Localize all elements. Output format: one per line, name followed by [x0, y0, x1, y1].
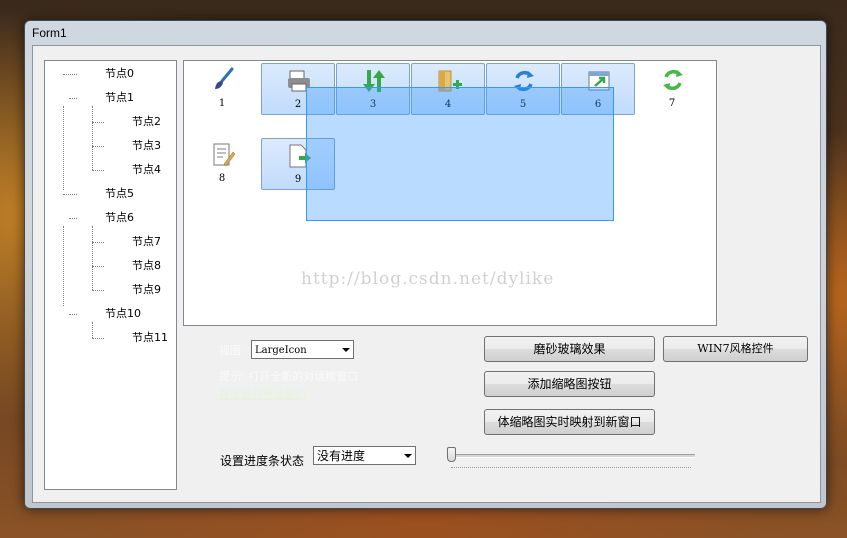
tree-connector — [92, 266, 104, 267]
chevron-down-icon — [404, 454, 412, 458]
list-item[interactable]: 1 — [186, 63, 258, 113]
tree-connector — [69, 98, 77, 99]
tree-view[interactable]: 节点0 节点1 节点2 节点3 节点4 节点5 节点6 节点7 节点8 节点9 … — [44, 60, 177, 490]
tree-connector — [92, 106, 93, 170]
item-label: 1 — [218, 98, 226, 109]
tree-connector — [63, 74, 77, 75]
view-mode-label: 视图 — [219, 344, 241, 357]
progress-state-label: 设置进度条状态 — [220, 454, 305, 468]
tree-connector — [92, 170, 104, 171]
tree-connector — [63, 106, 64, 190]
tree-node[interactable]: 节点6 — [105, 210, 134, 226]
thumbnail-live-map-button[interactable]: 体缩略图实时映射到新窗口 — [484, 409, 655, 435]
tree-node[interactable]: 节点1 — [105, 90, 134, 106]
item-label: 8 — [218, 173, 226, 184]
slider-thumb[interactable] — [447, 447, 456, 462]
view-mode-value: LargeIcon — [255, 345, 307, 356]
tree-connector — [92, 322, 93, 338]
progress-state-value: 没有进度 — [317, 449, 366, 463]
tree-node[interactable]: 节点3 — [132, 138, 161, 154]
tree-connector — [63, 226, 64, 306]
win7-controls-button[interactable]: WIN7风格控件 — [663, 336, 808, 362]
tree-connector — [92, 146, 104, 147]
tree-connector — [92, 290, 104, 291]
item-label: 7 — [668, 98, 676, 109]
selection-marquee — [306, 87, 614, 221]
recycle-icon — [663, 70, 683, 90]
title-bar[interactable]: Form1 — [25, 21, 826, 45]
tree-node[interactable]: 节点8 — [132, 258, 161, 274]
watermark-text: http://blog.csdn.net/dylike — [301, 269, 555, 289]
view-mode-select[interactable]: LargeIcon — [251, 340, 354, 359]
tree-node[interactable]: 节点7 — [132, 234, 161, 250]
main-window: Form1 节点0 节点1 节点2 节点3 节点4 节点5 节点6 节点7 节点… — [24, 20, 827, 509]
tree-connector — [69, 314, 77, 315]
paintbrush-icon — [215, 67, 234, 89]
window-title: Form1 — [32, 26, 67, 40]
progress-state-select[interactable]: 没有进度 — [313, 446, 416, 465]
slider-ticks — [451, 467, 691, 468]
tree-node[interactable]: 节点9 — [132, 282, 161, 298]
frosted-glass-button[interactable]: 磨砂玻璃效果 — [484, 336, 655, 362]
tree-connector — [63, 194, 77, 195]
client-area: 节点0 节点1 节点2 节点3 节点4 节点5 节点6 节点7 节点8 节点9 … — [32, 45, 821, 503]
tree-connector — [69, 218, 77, 219]
chevron-down-icon — [342, 348, 350, 352]
list-item[interactable]: 7 — [636, 63, 708, 113]
hint-text: 提示: 打开全新的对话框窗口 — [219, 370, 359, 383]
hint-link[interactable]: 在此处打开此窗口 — [219, 386, 307, 402]
tree-connector — [92, 242, 104, 243]
tree-connector — [92, 338, 104, 339]
tree-connector — [92, 122, 104, 123]
add-thumbnail-buttons-button[interactable]: 添加缩略图按钮 — [484, 371, 655, 397]
tree-node[interactable]: 节点2 — [132, 114, 161, 130]
tree-node[interactable]: 节点4 — [132, 162, 161, 178]
tree-node[interactable]: 节点11 — [132, 330, 168, 346]
tree-node[interactable]: 节点0 — [105, 66, 134, 82]
list-item[interactable]: 8 — [186, 138, 258, 188]
list-view[interactable]: 1 2 3 4 5 6 7 8 9 http://blog.csdn.net/d… — [183, 60, 717, 326]
tree-connector — [92, 226, 93, 290]
slider-track[interactable] — [447, 454, 695, 458]
tree-node[interactable]: 节点10 — [105, 306, 141, 322]
tree-node[interactable]: 节点5 — [105, 186, 134, 202]
document-edit-icon — [213, 143, 236, 167]
